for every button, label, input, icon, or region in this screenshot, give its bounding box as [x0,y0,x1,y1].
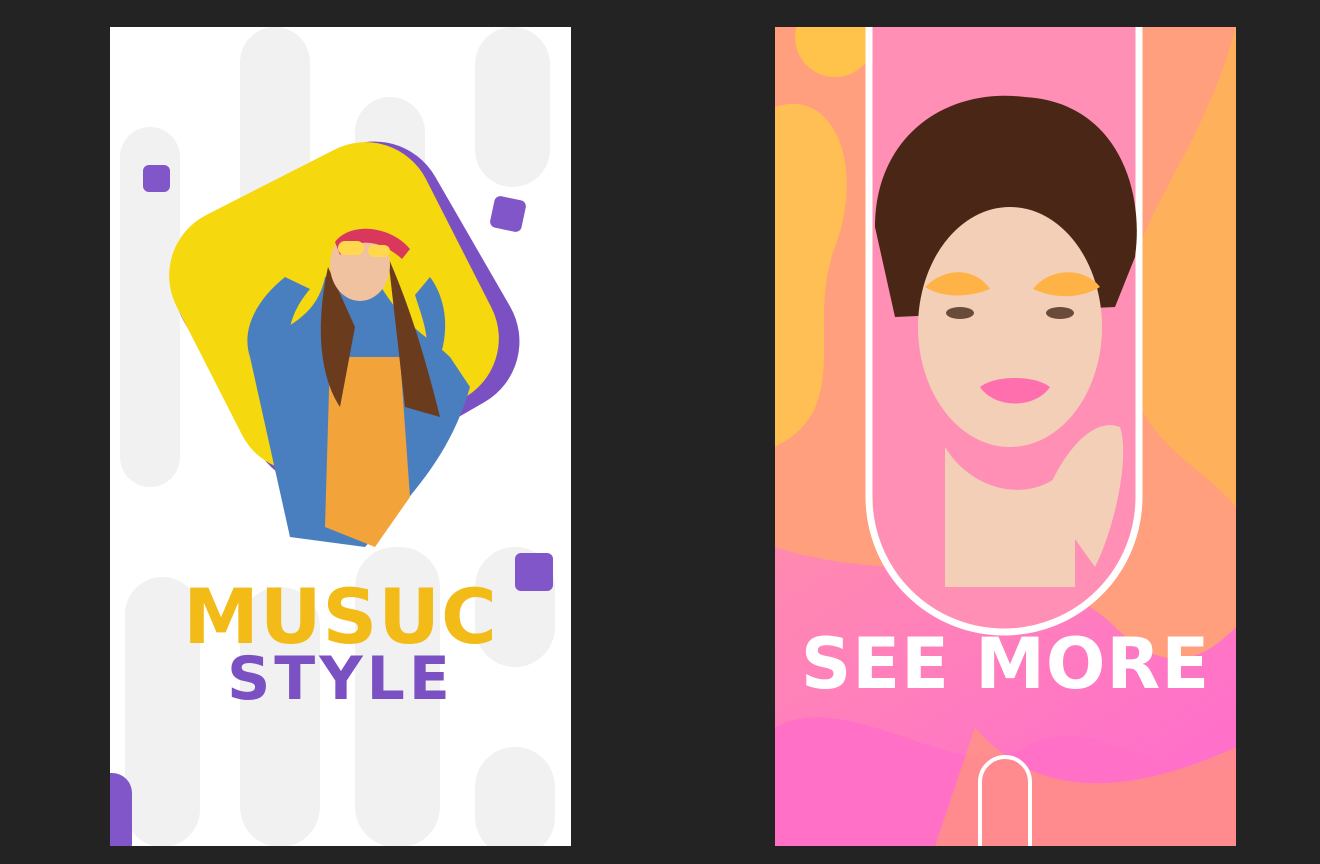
bottom-arch-outline [978,755,1032,846]
see-more-button[interactable]: SEE MORE [775,623,1236,705]
title-style: STYLE [227,649,454,705]
story-card-music-style[interactable]: MUSUC STYLE [110,27,571,846]
photo-frame [169,141,520,547]
story-card-see-more[interactable]: SEE MORE [775,27,1236,846]
title-musuc: MUSUC [183,572,498,661]
